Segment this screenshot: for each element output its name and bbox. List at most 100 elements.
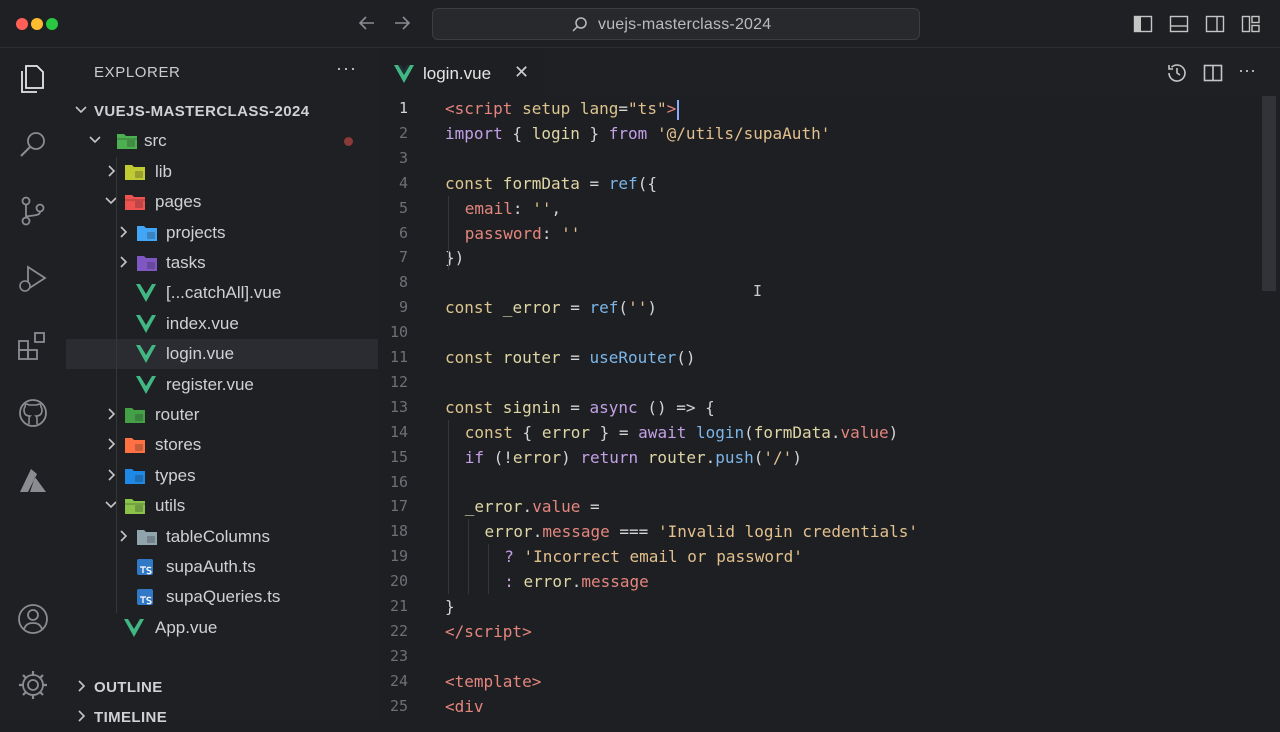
folder-router[interactable]: router: [66, 400, 378, 430]
file-login-vue[interactable]: login.vue: [66, 339, 378, 370]
folder-projects[interactable]: projects: [66, 218, 378, 248]
tree-item-label: supaAuth.ts: [166, 557, 256, 576]
file-register-vue[interactable]: register.vue: [66, 370, 378, 400]
code-token: <div: [445, 696, 484, 716]
code-text: const _error = ref(''): [445, 295, 657, 320]
folder-pages[interactable]: pages: [66, 187, 378, 217]
tree-item-label: tasks: [166, 253, 206, 272]
outline-section[interactable]: OUTLINE: [66, 672, 378, 702]
zoom-window-button[interactable]: [46, 18, 58, 30]
close-window-button[interactable]: [16, 18, 28, 30]
code-token: .: [532, 522, 543, 542]
folder-tasks[interactable]: tasks: [66, 248, 378, 278]
folder-types[interactable]: types: [66, 461, 378, 491]
file-index-vue[interactable]: index.vue: [66, 309, 378, 339]
code-token: useRouter: [589, 348, 677, 367]
code-token: >: [531, 671, 542, 691]
chevron-down-icon: [88, 133, 102, 147]
account-icon[interactable]: [16, 602, 50, 636]
timeline-history-icon[interactable]: [1166, 62, 1188, 84]
line-number: 20: [389, 572, 408, 591]
code-token: message: [581, 572, 649, 592]
code-token: error: [523, 572, 572, 592]
code-token: formData: [493, 173, 580, 193]
code-token: '@/utils/supaAuth': [647, 123, 831, 143]
code-text: }: [445, 594, 455, 619]
vue-file-icon: [136, 345, 156, 364]
root-folder-label: VUEJS-MASTERCLASS-2024: [94, 103, 310, 120]
code-token: router: [647, 447, 706, 467]
command-center-search[interactable]: vuejs-masterclass-2024: [432, 8, 920, 40]
explorer-root-folder[interactable]: VUEJS-MASTERCLASS-2024: [66, 96, 378, 126]
file-supaauth-ts[interactable]: supaAuth.ts: [66, 552, 378, 582]
code-token: =: [560, 348, 590, 367]
code-token: error: [484, 522, 533, 542]
code-text: ? 'Incorrect email or password': [504, 544, 803, 569]
indent-guide: [116, 156, 117, 613]
extensions-icon[interactable]: [16, 329, 50, 363]
code-line: 15 if (!error) return router.push('/'): [378, 445, 1280, 470]
command-center-label: vuejs-masterclass-2024: [598, 16, 772, 33]
split-editor-icon[interactable]: [1202, 62, 1224, 84]
code-text: import { login } from '@/utils/supaAuth': [445, 121, 830, 146]
code-editor[interactable]: I 1 <script setup lang="ts"> 2 import { log…: [378, 96, 1280, 720]
code-text: _error.value =: [465, 494, 600, 519]
explorer-more-actions[interactable]: ···: [336, 58, 357, 79]
code-line: 14 const { error } = await login(formData…: [378, 420, 1280, 445]
folder-stores[interactable]: stores: [66, 430, 378, 460]
file-catchall-vue[interactable]: [...catchAll].vue: [66, 278, 378, 308]
customize-layout-icon[interactable]: [1241, 14, 1261, 34]
tree-item-label: router: [155, 405, 200, 424]
vue-file-icon: [136, 284, 156, 303]
github-icon[interactable]: [16, 396, 50, 430]
file-supaqueries-ts[interactable]: supaQueries.ts: [66, 582, 378, 612]
folder-tablecolumns[interactable]: tableColumns: [66, 522, 378, 552]
back-arrow-icon[interactable]: [355, 11, 379, 35]
tree-item-label: tableColumns: [166, 526, 270, 546]
folder-lib[interactable]: lib: [66, 157, 378, 187]
line-number: 15: [389, 447, 408, 466]
run-debug-icon[interactable]: [16, 262, 50, 296]
close-tab-icon[interactable]: ✕: [514, 62, 529, 83]
tab-login-vue[interactable]: login.vue ✕: [378, 48, 544, 96]
toggle-secondary-sidebar-icon[interactable]: [1205, 14, 1225, 34]
code-token: ?: [504, 547, 524, 567]
azure-icon[interactable]: [16, 464, 50, 498]
tab-label: login.vue: [423, 64, 492, 83]
code-token: (: [744, 422, 754, 442]
code-token: }: [579, 123, 609, 143]
tree-item-label: [...catchAll].vue: [166, 283, 282, 303]
search-icon[interactable]: [16, 128, 50, 162]
line-number: 25: [389, 696, 408, 715]
code-token: >: [666, 99, 677, 118]
code-token: .: [705, 447, 716, 467]
forward-arrow-icon[interactable]: [390, 11, 414, 35]
gear-icon[interactable]: [16, 668, 50, 702]
code-token: const: [445, 348, 494, 367]
code-line: 20: error.message: [378, 569, 1280, 594]
toggle-primary-sidebar-icon[interactable]: [1133, 14, 1153, 34]
code-text: <script setup lang="ts">: [445, 96, 680, 121]
folder-icon: [124, 163, 145, 181]
code-token: ref: [608, 173, 638, 193]
line-number: 1: [398, 99, 408, 117]
folder-src[interactable]: src: [66, 126, 378, 156]
code-text: password: '': [465, 221, 581, 246]
explorer-icon[interactable]: [16, 62, 50, 96]
chevron-right-icon: [116, 255, 130, 269]
line-number: 12: [389, 372, 408, 391]
toggle-panel-icon[interactable]: [1169, 14, 1189, 34]
line-number: 11: [389, 348, 408, 366]
code-token: error: [512, 447, 562, 467]
code-text: const signin = async () => {: [445, 395, 715, 420]
more-actions-icon[interactable]: ···: [1238, 60, 1260, 82]
code-line: 11 const router = useRouter(): [378, 345, 1280, 370]
minimize-window-button[interactable]: [31, 18, 43, 30]
line-number: 2: [398, 123, 408, 142]
tree-item-label: utils: [155, 496, 186, 516]
code-text: </script>: [445, 619, 532, 644]
folder-utils[interactable]: utils: [66, 491, 378, 521]
file-app-vue[interactable]: App.vue: [66, 613, 378, 643]
timeline-section[interactable]: TIMELINE: [66, 702, 378, 732]
source-control-icon[interactable]: [16, 194, 50, 228]
